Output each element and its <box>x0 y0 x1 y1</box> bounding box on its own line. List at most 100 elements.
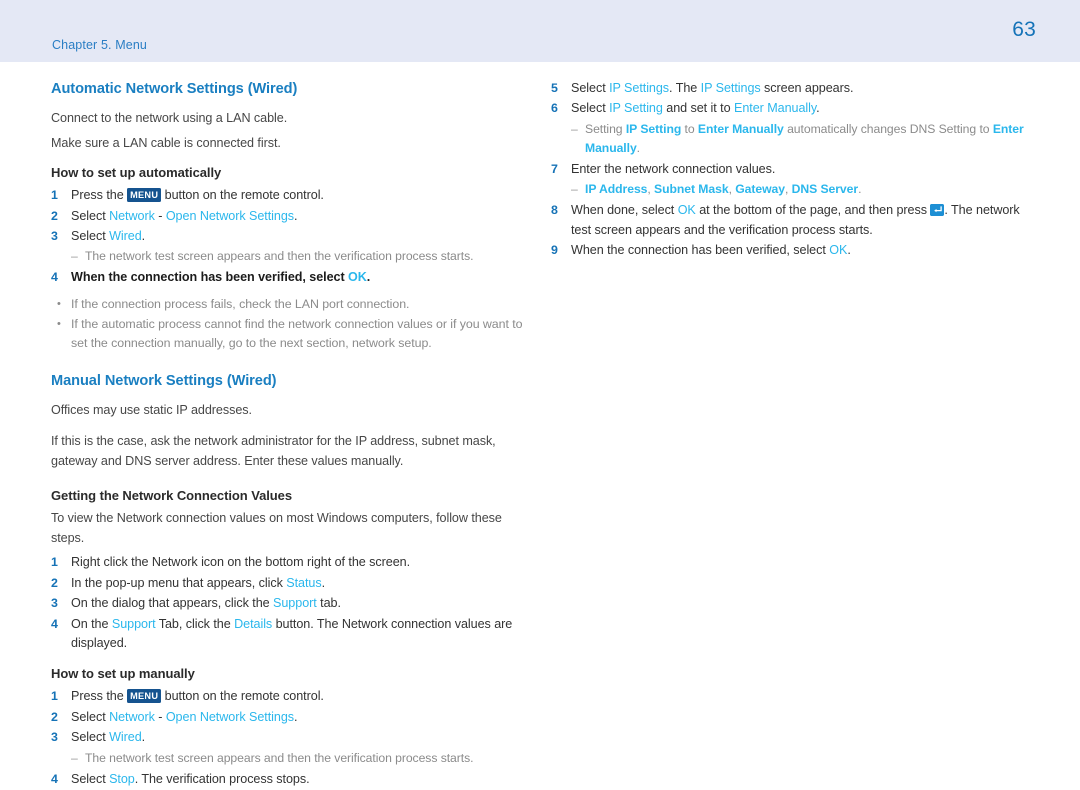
step-text-before: Select <box>71 208 110 223</box>
note-text-after: . <box>636 140 640 155</box>
ui-term-subnet-mask: Subnet Mask <box>654 182 729 197</box>
step-right-9: 9 When the connection has been verified,… <box>551 241 1033 260</box>
step-manual-3: 3 Select Wired. <box>51 728 531 747</box>
step-text-after: . <box>816 101 820 116</box>
step-number: 2 <box>51 575 58 590</box>
step-number: 9 <box>551 243 558 258</box>
step-text-separator: - <box>154 208 166 223</box>
bullet-dot-icon: • <box>57 297 61 310</box>
ui-term-network: Network <box>109 709 155 724</box>
step-text-after: . <box>294 709 298 724</box>
step-text-after: . <box>294 208 298 223</box>
step-number: 4 <box>51 771 58 786</box>
ui-term-support: Support <box>111 616 156 631</box>
note-connection-value-fields: – IP Address, Subnet Mask, Gateway, DNS … <box>551 180 1033 199</box>
step-text-mid: at the bottom of the page, and then pres… <box>695 203 931 218</box>
step-number: 1 <box>51 555 58 570</box>
step-auto-1: 1 Press the MENU button on the remote co… <box>51 186 531 205</box>
right-column: 5 Select IP Settings. The IP Settings sc… <box>551 62 1033 261</box>
dash-marker-icon: – <box>71 750 78 765</box>
step-text-after: button on the remote control. <box>161 188 324 203</box>
step-number: 4 <box>51 270 58 285</box>
step-text-after: . <box>366 270 371 285</box>
ui-term-ip-setting: IP Setting <box>609 101 663 116</box>
bullet-text: If the connection process fails, check t… <box>71 296 410 311</box>
step-text: Enter the network connection values. <box>571 161 776 176</box>
ui-term-details: Details <box>234 616 273 631</box>
step-number: 1 <box>51 188 58 203</box>
subheading-how-to-set-up-automatically: How to set up automatically <box>51 165 222 181</box>
ui-term-ip-settings: IP Settings <box>609 81 670 95</box>
ui-term-open-network-settings: Open Network Settings <box>165 709 295 724</box>
bullet-automatic-process-cannot-find: • If the automatic process cannot find t… <box>51 315 531 353</box>
subheading-getting-network-connection-values: Getting the Network Connection Values <box>51 488 293 504</box>
note-text-mid-1: to <box>681 121 698 136</box>
step-text-after: . <box>141 229 146 243</box>
step-text-before: Select <box>571 101 610 116</box>
note-auto-verification: – The network test screen appears and th… <box>51 247 531 266</box>
ui-term-wired: Wired <box>109 730 142 745</box>
step-values-2: 2 In the pop-up menu that appears, click… <box>51 574 531 593</box>
step-text-before: On the dialog that appears, click the <box>71 596 274 611</box>
note-separator: , <box>784 182 792 197</box>
step-number: 8 <box>551 203 558 218</box>
dash-marker-icon: – <box>571 182 578 197</box>
page-header-band: Chapter 5. Menu 63 <box>0 0 1080 62</box>
note-text-after: . <box>858 182 862 197</box>
dash-marker-icon: – <box>71 249 78 264</box>
step-text-before: On the <box>71 616 112 631</box>
ui-term-ip-settings: IP Settings <box>700 81 761 95</box>
step-text-before: When the connection has been verified, s… <box>71 270 349 285</box>
step-number: 7 <box>551 161 558 176</box>
step-text-after: . The verification process stops. <box>134 771 310 786</box>
step-text-after: . <box>847 243 851 258</box>
paragraph-view-windows-steps: To view the Network connection values on… <box>51 511 502 545</box>
step-text-before: Select <box>71 771 110 786</box>
step-text-after: screen appears. <box>760 81 854 95</box>
step-number: 3 <box>51 596 58 611</box>
ui-term-network: Network <box>109 208 155 223</box>
step-auto-3: 3 Select Wired. <box>51 227 531 246</box>
step-number: 6 <box>551 101 558 116</box>
page-body: Automatic Network Settings (Wired) Conne… <box>0 62 1080 786</box>
enter-key-icon <box>930 204 945 217</box>
paragraph-connect-lan: Connect to the network using a LAN cable… <box>51 111 288 125</box>
step-right-8: 8 When done, select OK at the bottom of … <box>551 201 1033 240</box>
step-values-3: 3 On the dialog that appears, click the … <box>51 594 531 613</box>
menu-key-icon: MENU <box>127 688 162 703</box>
ui-term-ip-address: IP Address <box>585 182 648 197</box>
step-text-before: Press the <box>71 188 128 203</box>
step-auto-4: 4 When the connection has been verified,… <box>51 268 531 287</box>
step-right-7: 7 Enter the network connection values. <box>551 160 1033 179</box>
paragraph-ask-administrator: If this is the case, ask the network adm… <box>51 434 496 468</box>
note-text-mid-2: automatically changes DNS Setting to <box>783 121 993 136</box>
note-dns-setting-change: – Setting IP Setting to Enter Manually a… <box>551 120 1033 158</box>
section-heading-automatic-network-settings: Automatic Network Settings (Wired) <box>51 81 298 97</box>
note-manual-verification: – The network test screen appears and th… <box>51 749 531 768</box>
step-number: 3 <box>51 730 58 745</box>
ui-term-wired: Wired <box>109 229 142 243</box>
step-text-before: When done, select <box>571 203 678 218</box>
ui-term-gateway: Gateway <box>735 182 785 197</box>
ui-term-enter-manually: Enter Manually <box>733 101 817 116</box>
step-values-4: 4 On the Support Tab, click the Details … <box>51 615 531 654</box>
step-number: 2 <box>51 709 58 724</box>
step-text-before: In the pop-up menu that appears, click <box>71 575 287 590</box>
chapter-label: Chapter 5. Menu <box>52 38 147 52</box>
ui-term-enter-manually: Enter Manually <box>697 121 784 136</box>
step-manual-1: 1 Press the MENU button on the remote co… <box>51 687 531 706</box>
step-text-before: Select <box>71 730 110 745</box>
step-text-before: Select <box>71 709 110 724</box>
step-text: Right click the Network icon on the bott… <box>71 555 411 570</box>
page-number: 63 <box>1012 18 1036 41</box>
bullet-connection-fails: • If the connection process fails, check… <box>51 295 531 314</box>
step-text-mid: and set it to <box>662 101 734 116</box>
step-number: 1 <box>51 689 58 704</box>
step-number: 5 <box>551 81 558 95</box>
step-text-after: tab. <box>316 596 341 611</box>
menu-key-icon: MENU <box>127 187 162 202</box>
dash-marker-icon: – <box>571 121 578 136</box>
ui-term-open-network-settings: Open Network Settings <box>165 208 295 223</box>
step-manual-2: 2 Select Network - Open Network Settings… <box>51 708 531 727</box>
paragraph-static-ip: Offices may use static IP addresses. <box>51 403 252 418</box>
